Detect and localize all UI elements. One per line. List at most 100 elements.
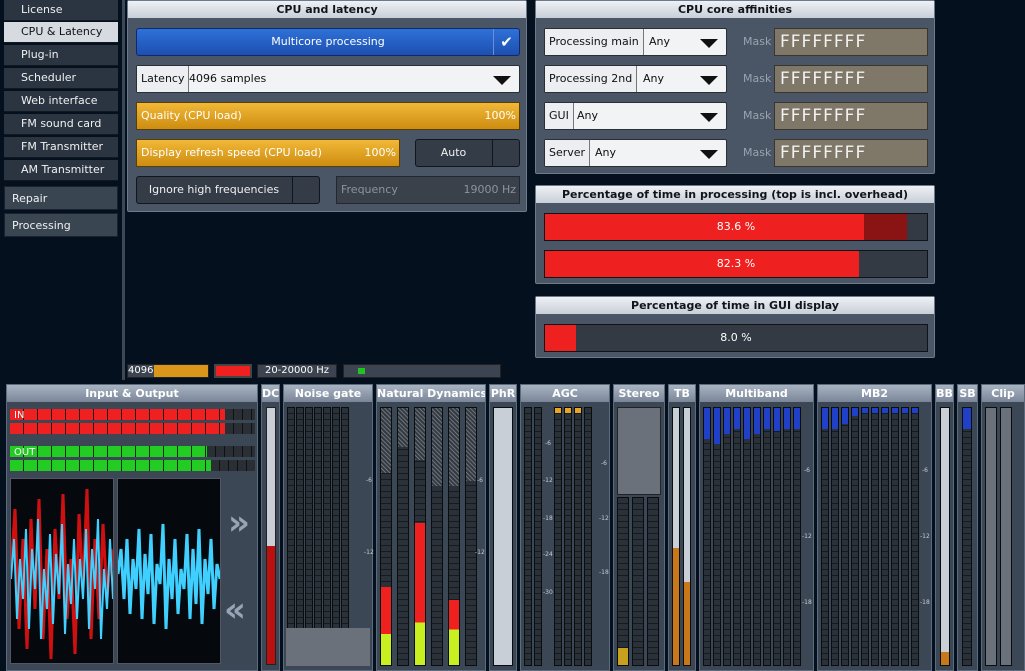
multiband-peak bbox=[724, 408, 730, 434]
nav-item-fm-transmitter[interactable]: FM Transmitter bbox=[4, 137, 118, 158]
gui-time-panel: Percentage of time in GUI display 8.0 % bbox=[535, 296, 935, 358]
affinity-label: Processing 2nd bbox=[545, 66, 638, 92]
nav-item-license[interactable]: License bbox=[4, 0, 118, 21]
nav-label: FM sound card bbox=[21, 117, 102, 130]
agc-gain-peak bbox=[565, 408, 571, 414]
panel-title: Noise gate bbox=[284, 385, 372, 402]
mask-input[interactable]: FFFFFFFF bbox=[774, 102, 928, 130]
bb-fill bbox=[941, 652, 949, 665]
mask-input[interactable]: FFFFFFFF bbox=[774, 139, 928, 167]
nav-item-fm-sound-card[interactable]: FM sound card bbox=[4, 114, 118, 135]
multiband-meter bbox=[783, 407, 791, 666]
affinity-select[interactable]: GUI Any bbox=[544, 102, 727, 130]
in-label: IN bbox=[14, 410, 25, 421]
nav-group-repair[interactable]: Repair bbox=[4, 186, 118, 210]
panel-title: MB2 bbox=[818, 385, 931, 402]
nav-item-scheduler[interactable]: Scheduler bbox=[4, 68, 118, 89]
out-right-bar bbox=[10, 460, 255, 471]
agc-gain-meter bbox=[584, 407, 592, 666]
stereo-meter bbox=[632, 497, 644, 666]
natural-dynamics-hatch bbox=[415, 408, 425, 460]
mb2-peak bbox=[902, 408, 908, 414]
mb2-meter bbox=[891, 407, 899, 666]
natural-dynamics-fill bbox=[381, 587, 391, 665]
out-meter: OUT bbox=[10, 446, 255, 473]
nav-label: AM Transmitter bbox=[21, 163, 105, 176]
affinity-select[interactable]: Processing main Any bbox=[544, 28, 727, 56]
refresh-speed-slider[interactable]: Display refresh speed (CPU load) 100% bbox=[136, 139, 400, 167]
processing-bar: 82.3 % bbox=[544, 250, 928, 278]
mask-input[interactable]: FFFFFFFF bbox=[774, 28, 928, 56]
affinity-label: Server bbox=[545, 140, 591, 166]
natural-dynamics-hatch bbox=[449, 408, 459, 486]
affinity-select[interactable]: Processing 2nd Any bbox=[544, 65, 727, 93]
clip-panel: Clip bbox=[981, 384, 1025, 671]
out-label: OUT bbox=[14, 447, 36, 458]
nav-item-am-transmitter[interactable]: AM Transmitter bbox=[4, 160, 118, 181]
mb2-meter bbox=[821, 407, 829, 666]
frequency-slider[interactable]: Frequency 19000 Hz bbox=[336, 176, 520, 204]
output-waveform-graph bbox=[118, 523, 220, 630]
in-left-bar bbox=[10, 409, 255, 420]
mask-input[interactable]: FFFFFFFF bbox=[774, 65, 928, 93]
mask-label: Mask bbox=[743, 109, 772, 122]
noise-gate-base bbox=[286, 628, 370, 666]
processing-time-panel: Percentage of time in processing (top is… bbox=[535, 185, 935, 284]
tb-fill bbox=[673, 548, 679, 665]
quality-slider[interactable]: Quality (CPU load) 100% bbox=[136, 102, 520, 130]
chevron-down-icon bbox=[493, 76, 511, 85]
nav-label: CPU & Latency bbox=[21, 25, 103, 38]
nav-item-cpu-latency[interactable]: CPU & Latency bbox=[4, 22, 118, 43]
chevron-left-icon[interactable]: « bbox=[224, 590, 246, 630]
natural-dynamics-hatch bbox=[432, 408, 442, 486]
auto-indicator bbox=[492, 140, 519, 166]
stereo-meter bbox=[647, 497, 659, 666]
ignore-indicator bbox=[292, 177, 319, 203]
status-samples: 4096 bbox=[127, 364, 209, 378]
affinity-value: Any bbox=[643, 72, 665, 85]
clip-meter bbox=[985, 407, 997, 666]
natural-dynamics-fill bbox=[449, 600, 459, 665]
panel-title: Percentage of time in GUI display bbox=[536, 297, 934, 314]
mask-label: Mask bbox=[743, 72, 772, 85]
multiband-peak bbox=[774, 408, 780, 432]
ignore-high-frequencies-toggle[interactable]: Ignore high frequencies bbox=[136, 176, 320, 204]
mb2-peak bbox=[872, 408, 878, 414]
chevron-right-icon[interactable]: » bbox=[228, 503, 250, 543]
scale-tick: -30 bbox=[543, 589, 553, 596]
affinity-select[interactable]: Server Any bbox=[544, 139, 727, 167]
refresh-value: 100% bbox=[364, 146, 396, 159]
mb2-peak bbox=[832, 408, 838, 429]
auto-button[interactable]: Auto bbox=[415, 139, 520, 167]
sb-panel: SB bbox=[957, 384, 978, 671]
in-left-empty bbox=[225, 409, 255, 420]
scale-tick: -18 bbox=[543, 515, 553, 522]
nav-group-processing[interactable]: Processing bbox=[4, 213, 118, 237]
chevron-down-icon bbox=[700, 76, 718, 85]
multiband-meter bbox=[713, 407, 721, 666]
panel-title: PhR bbox=[490, 385, 516, 402]
nav-item-web-interface[interactable]: Web interface bbox=[4, 91, 118, 112]
bb-panel: BB bbox=[935, 384, 954, 671]
tb-panel: TB bbox=[668, 384, 696, 671]
latency-select[interactable]: Latency 4096 samples bbox=[136, 65, 520, 93]
in-right-empty bbox=[225, 423, 255, 434]
multicore-toggle[interactable]: Multicore processing ✔ bbox=[136, 28, 520, 56]
frequency-value: 19000 Hz bbox=[463, 183, 516, 196]
processing-bar-overhead: 83.6 % bbox=[544, 213, 928, 241]
agc-gain-meter bbox=[564, 407, 572, 666]
mb2-meter bbox=[831, 407, 839, 666]
affinity-value: Any bbox=[649, 35, 671, 48]
natural-dynamics-meter bbox=[380, 407, 392, 666]
nav-item-plugin[interactable]: Plug-in bbox=[4, 45, 118, 66]
mask-label: Mask bbox=[743, 35, 772, 48]
tb-fill bbox=[684, 582, 690, 665]
dc-panel: DC bbox=[261, 384, 280, 671]
status-level-fill bbox=[358, 368, 365, 374]
agc-gain-peak bbox=[575, 408, 581, 414]
stereo-display bbox=[617, 407, 661, 495]
status-range: 20-20000 Hz bbox=[257, 364, 337, 378]
scale-tick: -6 bbox=[601, 460, 607, 467]
clip-meter bbox=[1000, 407, 1012, 666]
mb2-meter bbox=[871, 407, 879, 666]
